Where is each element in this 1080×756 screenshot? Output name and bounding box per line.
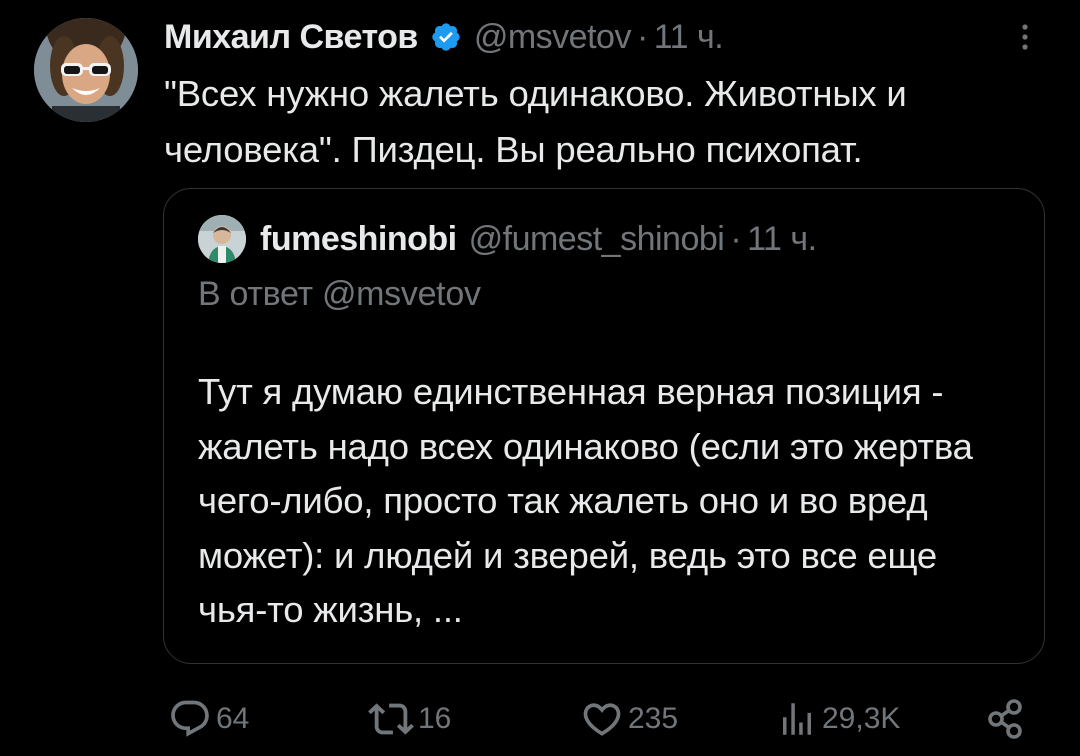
retweet-count: 16 [418, 702, 452, 735]
quote-author-avatar[interactable] [198, 215, 246, 263]
separator-dot: · [636, 17, 648, 56]
quote-header: fumeshinobi @fumest_shinobi · 11 ч. [198, 215, 817, 263]
reply-icon [168, 697, 212, 741]
views-button[interactable]: 29,3K [776, 694, 900, 744]
quote-reply-to[interactable]: В ответ @msvetov [198, 275, 481, 314]
quote-author-name[interactable]: fumeshinobi [260, 220, 457, 259]
reply-count: 64 [216, 702, 250, 735]
author-avatar[interactable] [34, 18, 138, 122]
tweet-text: "Всех нужно жалеть одинаково. Животных и… [164, 73, 907, 170]
tweet-time[interactable]: 11 ч. [654, 18, 724, 57]
more-vertical-icon[interactable] [1010, 22, 1040, 52]
author-name[interactable]: Михаил Светов [164, 18, 418, 57]
like-button[interactable]: 235 [580, 694, 678, 744]
separator-dot: · [730, 219, 742, 258]
tweet-header: Михаил Светов @msvetov · 11 ч. [164, 14, 724, 60]
quote-time[interactable]: 11 ч. [747, 220, 817, 259]
share-icon [984, 697, 1028, 741]
reply-button[interactable]: 64 [168, 694, 249, 744]
verified-badge-icon [430, 21, 462, 53]
author-handle[interactable]: @msvetov [474, 18, 632, 57]
heart-icon [580, 697, 624, 741]
like-count: 235 [628, 702, 679, 735]
quote-text: Тут я думаю единственная верная позиция … [198, 371, 973, 630]
share-button[interactable] [984, 694, 1028, 744]
views-chart-icon [776, 698, 818, 740]
action-bar: 64 16 235 29,3K [0, 694, 1080, 744]
views-count: 29,3K [822, 702, 901, 735]
quote-author-handle[interactable]: @fumest_shinobi [469, 220, 725, 259]
retweet-button[interactable]: 16 [368, 694, 451, 744]
quoted-tweet[interactable]: fumeshinobi @fumest_shinobi · 11 ч. В от… [163, 188, 1045, 664]
retweet-icon [368, 696, 414, 742]
tweet[interactable]: Михаил Светов @msvetov · 11 ч. "Всех нуж… [0, 0, 1080, 756]
